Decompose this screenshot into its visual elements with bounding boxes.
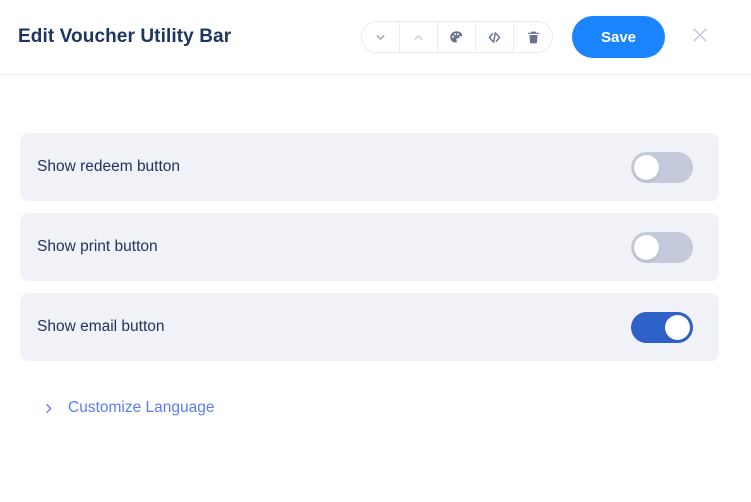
edit-code-button[interactable] — [476, 22, 514, 52]
setting-label: Show email button — [37, 318, 631, 336]
move-down-button[interactable] — [362, 22, 400, 52]
chevron-up-icon — [412, 31, 425, 44]
setting-label: Show print button — [37, 238, 631, 256]
toggle-show-redeem-button[interactable] — [631, 152, 693, 183]
chevron-down-icon — [374, 31, 387, 44]
setting-row-show-email-button: Show email button — [20, 293, 719, 361]
setting-row-show-print-button: Show print button — [20, 213, 719, 281]
delete-button[interactable] — [514, 22, 552, 52]
toggle-knob — [634, 235, 659, 260]
customize-language-row[interactable]: Customize Language — [20, 399, 719, 417]
move-up-button[interactable] — [400, 22, 438, 52]
style-button[interactable] — [438, 22, 476, 52]
panel-header: Edit Voucher Utility Bar — [0, 0, 751, 75]
toggle-knob — [634, 155, 659, 180]
edit-voucher-utility-bar-panel: Edit Voucher Utility Bar — [0, 0, 751, 502]
close-button[interactable] — [687, 24, 713, 50]
setting-label: Show redeem button — [37, 158, 631, 176]
toggle-show-print-button[interactable] — [631, 232, 693, 263]
panel-body: Show redeem button Show print button Sho… — [0, 75, 751, 417]
save-button[interactable]: Save — [572, 16, 665, 58]
customize-language-link[interactable]: Customize Language — [68, 399, 215, 417]
setting-row-show-redeem-button: Show redeem button — [20, 133, 719, 201]
code-icon — [487, 30, 502, 45]
toggle-show-email-button[interactable] — [631, 312, 693, 343]
page-title: Edit Voucher Utility Bar — [18, 26, 231, 48]
chevron-right-icon — [42, 402, 55, 415]
toolbar-group — [361, 21, 553, 53]
toggle-knob — [665, 315, 690, 340]
close-icon — [690, 25, 710, 50]
palette-icon — [449, 30, 464, 45]
trash-icon — [526, 30, 541, 45]
